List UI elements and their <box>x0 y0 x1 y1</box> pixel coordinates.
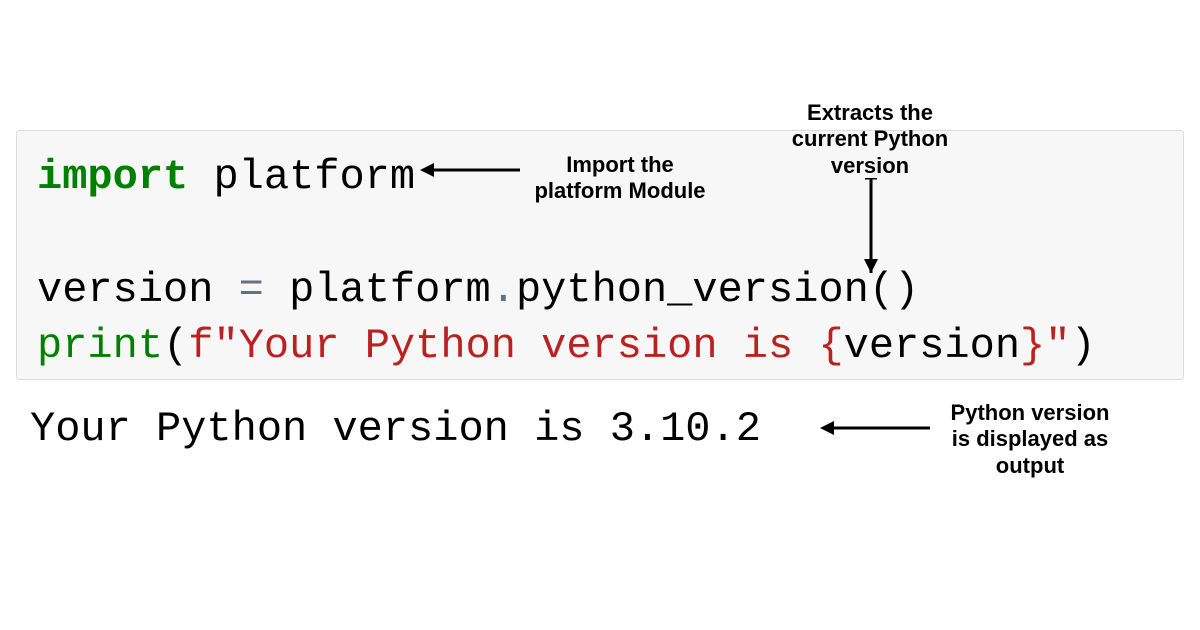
annotation-extract: Extracts thecurrent Pythonversion <box>775 100 965 179</box>
operator-equals: = <box>239 266 264 314</box>
arrow-left-icon <box>420 160 520 180</box>
annotation-output: Python versionis displayed asoutput <box>930 400 1130 479</box>
space <box>188 153 213 201</box>
space <box>264 266 289 314</box>
string-text: Your Python version is <box>239 322 819 370</box>
quote-open: " <box>213 322 238 370</box>
keyword-import: import <box>37 153 188 201</box>
interp-rbrace: } <box>1020 322 1045 370</box>
annotation-import: Import theplatform Module <box>520 152 720 205</box>
builtin-print: print <box>37 322 163 370</box>
code-blank-line <box>37 206 1163 262</box>
interp-lbrace: { <box>818 322 843 370</box>
lparen: ( <box>163 322 188 370</box>
f-prefix: f <box>188 322 213 370</box>
var-version: version <box>37 266 213 314</box>
interp-var: version <box>844 322 1020 370</box>
code-line-3: print(f"Your Python version is {version}… <box>37 318 1163 375</box>
code-line-2: version = platform.python_version() <box>37 262 1163 319</box>
quote-close: " <box>1045 322 1070 370</box>
func-python-version: python_version <box>516 266 869 314</box>
arrow-up-icon <box>862 178 880 273</box>
arrow-left-icon <box>820 418 930 438</box>
rparen: ) <box>894 266 919 314</box>
rparen: ) <box>1070 322 1095 370</box>
object-platform: platform <box>289 266 491 314</box>
dot: . <box>491 266 516 314</box>
space <box>213 266 238 314</box>
output-line: Your Python version is 3.10.2 <box>30 405 761 453</box>
module-platform: platform <box>213 153 415 201</box>
